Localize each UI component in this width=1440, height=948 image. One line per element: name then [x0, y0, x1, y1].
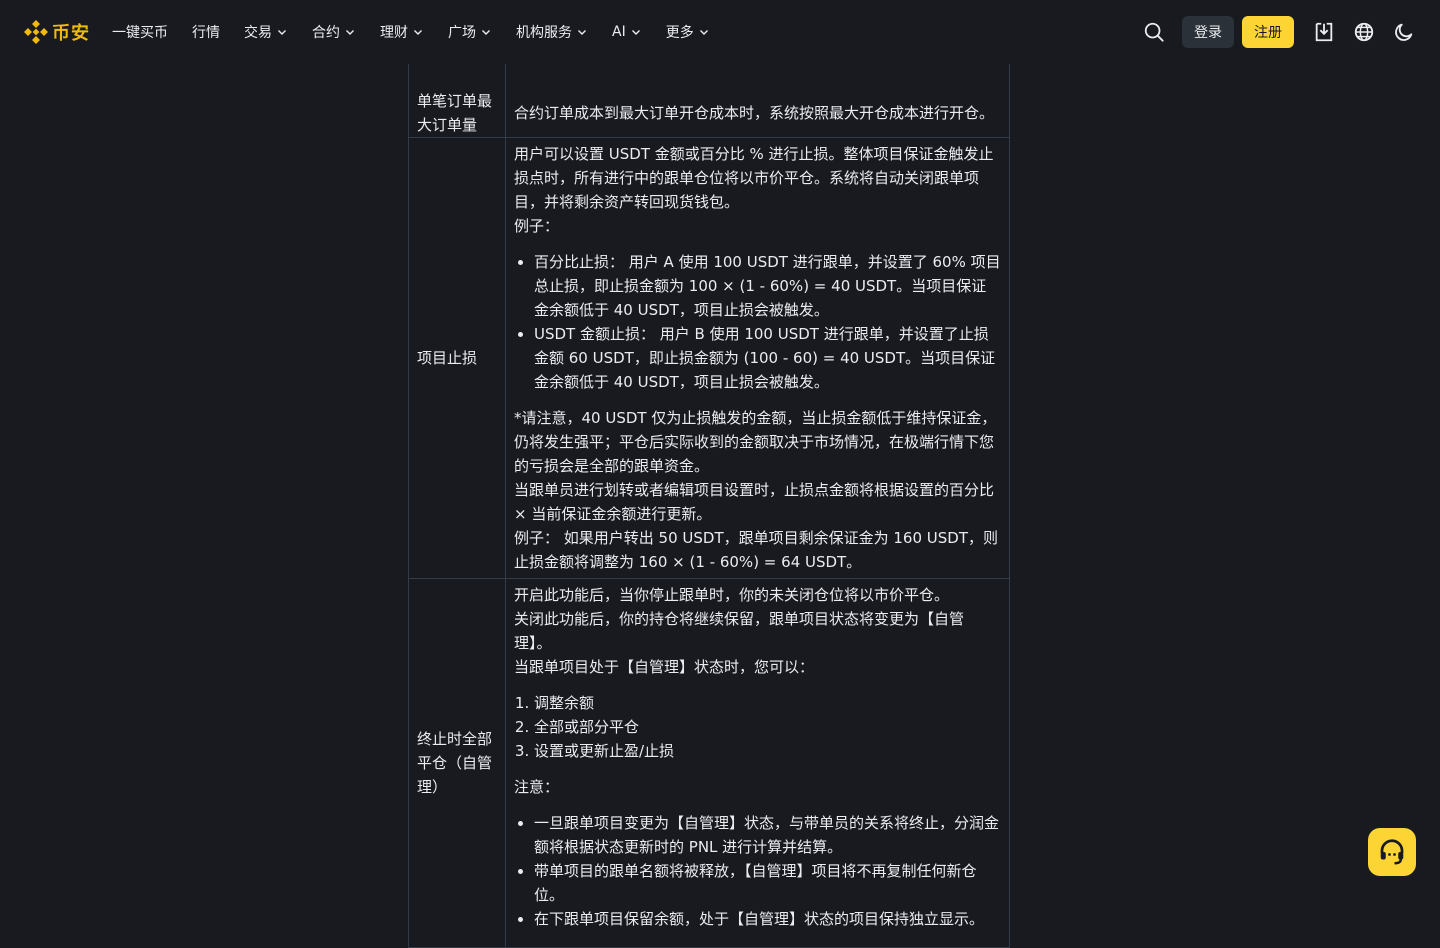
row-label: 终止时全部平仓（自管理）	[408, 578, 506, 948]
nav-label: 行情	[192, 25, 220, 41]
download-icon[interactable]	[1312, 20, 1336, 44]
list-item: 设置或更新止盈/止损	[534, 739, 1001, 763]
nav-item-ai[interactable]: AI	[612, 24, 642, 40]
paragraph: *请注意，40 USDT 仅为止损触发的金额，当止损金额低于维持保证金，仍将发生…	[514, 409, 997, 475]
binance-logo-icon	[24, 20, 48, 44]
nav-item-trade[interactable]: 交易	[244, 22, 288, 42]
headset-icon	[1377, 837, 1407, 867]
list-item: 全部或部分平仓	[534, 715, 1001, 739]
nav-item-buy-crypto[interactable]: 一键买币	[112, 22, 168, 42]
header-actions: 登录 注册	[1142, 0, 1416, 64]
logo[interactable]: 币安	[24, 18, 90, 46]
row-label-text: 终止时全部平仓（自管理）	[417, 730, 493, 796]
nav-label: 机构服务	[516, 25, 572, 41]
paragraph: 例子： 如果用户转出 50 USDT，跟单项目剩余保证金为 160 USDT，则…	[514, 529, 998, 571]
chevron-down-icon	[412, 26, 424, 38]
nav-item-square[interactable]: 广场	[448, 22, 492, 42]
nav-item-markets[interactable]: 行情	[192, 22, 220, 42]
paragraph: 关闭此功能后，你的持仓将继续保留，跟单项目状态将变更为【自管理】。	[514, 610, 965, 652]
list-item: USDT 金额止损： 用户 B 使用 100 USDT 进行跟单，并设置了止损金…	[534, 322, 1001, 394]
row-label-text: 单笔订单最大订单量	[417, 92, 493, 134]
nav-label: 广场	[448, 25, 476, 41]
nav-label: 合约	[312, 25, 340, 41]
nav-label: AI	[612, 24, 626, 40]
paragraph: 合约订单成本到最大订单开仓成本时，系统按照最大开仓成本进行开仓。	[514, 104, 995, 122]
list-item: 在下跟单项目保留余额，处于【自管理】状态的项目保持独立显示。	[534, 907, 1001, 931]
paragraph: 例子：	[514, 217, 560, 235]
chevron-down-icon	[698, 26, 710, 38]
globe-icon[interactable]	[1352, 20, 1376, 44]
list-item: 一旦跟单项目变更为【自管理】状态，与带单员的关系将终止，分润金额将根据状态更新时…	[534, 811, 1001, 859]
nav-label: 更多	[665, 25, 694, 41]
top-navigation-bar: 币安 一键买币 行情 交易 合约 理财 广场 机构服务 AI 更多 登录 注册	[0, 0, 1440, 64]
article-table-container: 单笔订单最大订单量 合约订单成本到最大订单开仓成本时，系统按照最大开仓成本进行开…	[408, 0, 1010, 948]
row-label-text: 项目止损	[417, 349, 478, 367]
row-description: 用户可以设置 USDT 金额或百分比 % 进行止损。整体项目保证金触发止损点时，…	[505, 137, 1010, 579]
chevron-down-icon	[276, 26, 288, 38]
list-item: 调整余额	[534, 691, 1001, 715]
logo-text: 币安	[52, 23, 90, 44]
row-label: 项目止损	[408, 137, 506, 579]
table-row: 终止时全部平仓（自管理） 开启此功能后，当你停止跟单时，你的未关闭仓位将以市价平…	[408, 578, 1010, 948]
bullet-list: 百分比止损： 用户 A 使用 100 USDT 进行跟单，并设置了 60% 项目…	[514, 250, 1001, 394]
paragraph: 开启此功能后，当你停止跟单时，你的未关闭仓位将以市价平仓。	[514, 586, 950, 604]
moon-icon[interactable]	[1392, 20, 1416, 44]
table-row: 项目止损 用户可以设置 USDT 金额或百分比 % 进行止损。整体项目保证金触发…	[408, 137, 1010, 579]
register-button[interactable]: 注册	[1242, 16, 1294, 48]
paragraph: 当跟单员进行划转或者编辑项目设置时，止损点金额将根据设置的百分比 × 当前保证金…	[514, 481, 995, 523]
nav-item-earn[interactable]: 理财	[380, 22, 424, 42]
paragraph: 用户可以设置 USDT 金额或百分比 % 进行止损。整体项目保证金触发止损点时，…	[514, 145, 994, 211]
nav-item-institutional[interactable]: 机构服务	[516, 22, 588, 42]
nav-item-more[interactable]: 更多	[666, 22, 710, 42]
nav-label: 交易	[244, 25, 272, 41]
chevron-down-icon	[344, 26, 356, 38]
nav-item-futures[interactable]: 合约	[312, 22, 356, 42]
chevron-down-icon	[480, 26, 492, 38]
main-nav: 一键买币 行情 交易 合约 理财 广场 机构服务 AI 更多	[112, 0, 734, 64]
list-item: 百分比止损： 用户 A 使用 100 USDT 进行跟单，并设置了 60% 项目…	[534, 250, 1001, 322]
login-button[interactable]: 登录	[1182, 16, 1234, 48]
paragraph: 注意：	[514, 778, 560, 796]
chevron-down-icon	[576, 26, 588, 38]
row-description: 开启此功能后，当你停止跟单时，你的未关闭仓位将以市价平仓。 关闭此功能后，你的持…	[505, 578, 1010, 948]
nav-label: 一键买币	[112, 25, 168, 41]
nav-label: 理财	[380, 25, 408, 41]
bullet-list: 一旦跟单项目变更为【自管理】状态，与带单员的关系将终止，分润金额将根据状态更新时…	[514, 811, 1001, 931]
ordered-list: 调整余额 全部或部分平仓 设置或更新止盈/止损	[514, 691, 1001, 763]
chevron-down-icon	[630, 26, 642, 38]
paragraph: 当跟单项目处于【自管理】状态时，您可以：	[514, 658, 815, 676]
search-icon[interactable]	[1142, 20, 1166, 44]
copy-trading-settings-table: 单笔订单最大订单量 合约订单成本到最大订单开仓成本时，系统按照最大开仓成本进行开…	[408, 0, 1010, 948]
customer-support-button[interactable]	[1368, 828, 1416, 876]
